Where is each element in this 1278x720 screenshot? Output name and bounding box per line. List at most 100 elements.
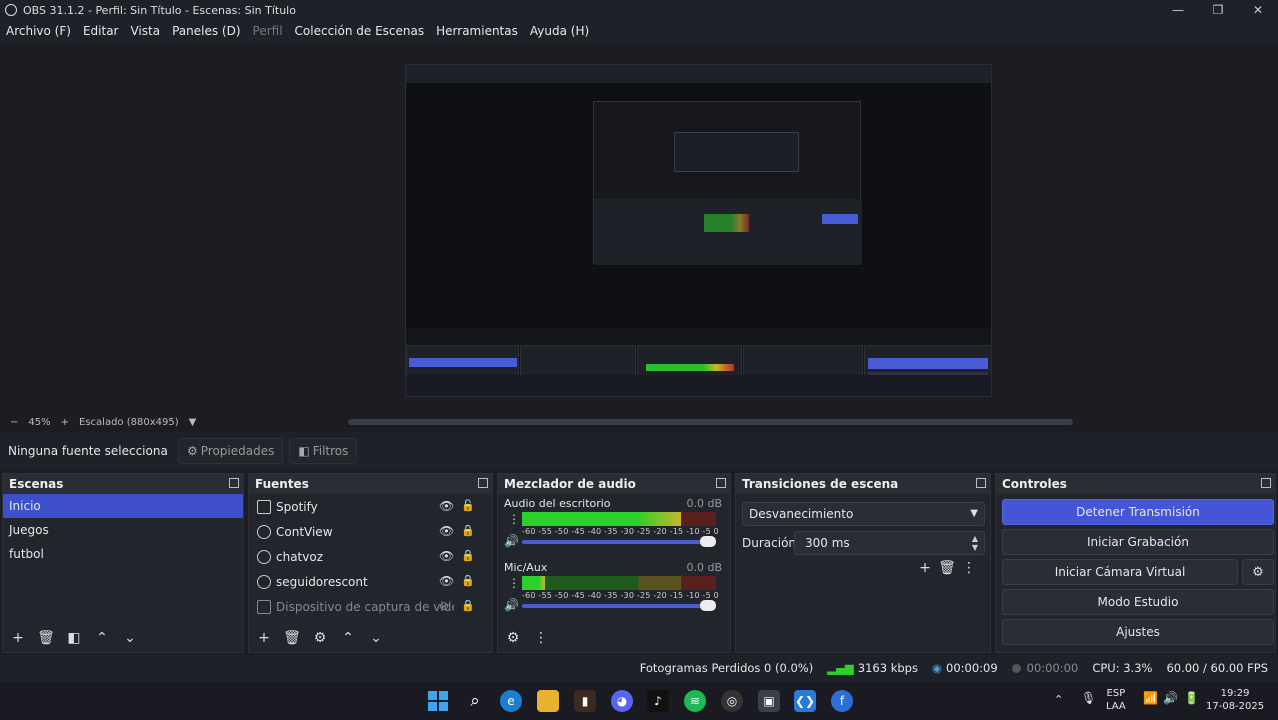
menu-ayuda[interactable]: Ayuda (H) (530, 24, 589, 38)
start-recording-button[interactable]: Iniciar Grabación (1002, 529, 1274, 555)
wifi-icon[interactable]: 📶 (1143, 692, 1158, 705)
volume-slider[interactable] (522, 604, 716, 608)
volume-slider-handle[interactable] (700, 600, 716, 611)
source-item-contview[interactable]: ContView 👁 🔒 (249, 519, 492, 544)
menu-coleccion-escenas[interactable]: Colección de Escenas (295, 24, 425, 38)
spotify-icon[interactable]: ≋ (684, 690, 706, 712)
program-preview[interactable] (405, 64, 992, 397)
remove-transition-icon[interactable]: 🗑 (936, 560, 958, 576)
unlock-icon[interactable]: 🔓 (461, 499, 475, 512)
app-icon[interactable]: ▮ (574, 690, 596, 712)
controls-dock-header: Controles (996, 474, 1275, 494)
menu-editar[interactable]: Editar (83, 24, 119, 38)
lock-icon[interactable]: 🔒 (461, 549, 475, 562)
source-item-video-capture[interactable]: Dispositivo de captura de video ⊘ 🔒 (249, 594, 492, 619)
mixer-menu-icon[interactable]: ⋮ (532, 629, 550, 647)
preview-horizontal-scrollbar[interactable] (348, 419, 1073, 425)
source-toolbar: Ninguna fuente selecciona ⚙ Propiedades … (0, 432, 1278, 470)
popout-icon[interactable] (1261, 478, 1271, 488)
scene-filters-icon[interactable]: ◧ (65, 629, 83, 647)
scaling-dropdown-icon[interactable]: ▼ (189, 417, 197, 428)
speaker-icon[interactable]: 🔊 (504, 534, 519, 548)
input-language[interactable]: ESP LAA (1106, 687, 1126, 713)
lock-icon[interactable]: 🔒 (461, 524, 475, 537)
eye-icon[interactable]: 👁 (439, 524, 454, 538)
stop-streaming-button[interactable]: Detener Transmisión (1002, 499, 1274, 525)
eye-icon[interactable]: 👁 (439, 499, 454, 513)
zoom-in-button[interactable]: + (61, 417, 69, 428)
settings-button[interactable]: Ajustes (1002, 619, 1274, 645)
record-time: 00:00:00 (1026, 661, 1079, 675)
minimize-icon[interactable]: — (1158, 3, 1198, 17)
menu-vista[interactable]: Vista (130, 24, 160, 38)
scene-item-futbol[interactable]: futbol (3, 542, 243, 566)
source-item-spotify[interactable]: Spotify 👁 🔓 (249, 494, 492, 519)
menu-paneles[interactable]: Paneles (D) (172, 24, 240, 38)
advanced-audio-icon[interactable]: ⚙ (504, 629, 522, 647)
source-item-chatvoz[interactable]: chatvoz 👁 🔒 (249, 544, 492, 569)
eye-icon[interactable]: 👁 (439, 574, 454, 588)
app-icon[interactable]: ▣ (758, 690, 780, 712)
channel-menu-icon[interactable]: ⋮ (508, 576, 520, 590)
start-virtual-camera-button[interactable]: Iniciar Cámara Virtual (1002, 559, 1238, 585)
popout-icon[interactable] (478, 478, 488, 488)
windows-start-icon[interactable] (427, 690, 449, 712)
popout-icon[interactable] (976, 478, 986, 488)
add-scene-button[interactable]: + (9, 629, 27, 647)
virtual-camera-gear-icon[interactable]: ⚙ (1242, 559, 1274, 585)
lock-icon[interactable]: 🔒 (461, 599, 475, 612)
keyboard-layout: LAA (1106, 701, 1126, 712)
search-icon[interactable]: ⌕ (464, 690, 486, 712)
filters-button[interactable]: ◧ Filtros (289, 438, 358, 464)
channel-menu-icon[interactable]: ⋮ (508, 512, 520, 526)
close-icon[interactable]: ✕ (1238, 3, 1278, 17)
source-item-seguidorescont[interactable]: seguidorescont 👁 🔒 (249, 569, 492, 594)
edge-browser-icon[interactable]: e (500, 690, 522, 712)
add-transition-icon[interactable]: + (914, 560, 936, 576)
transition-menu-icon[interactable]: ⋮ (958, 560, 980, 576)
menu-archivo[interactable]: Archivo (F) (6, 24, 71, 38)
volume-icon[interactable]: 🔊 (1163, 692, 1178, 705)
properties-button[interactable]: ⚙ Propiedades (178, 438, 284, 464)
add-source-button[interactable]: + (255, 629, 273, 647)
tiktok-icon[interactable]: ♪ (647, 690, 669, 712)
discord-icon[interactable]: ◕ (611, 690, 633, 712)
lock-icon[interactable]: 🔒 (461, 574, 475, 587)
volume-slider[interactable] (522, 540, 716, 544)
scene-item-inicio[interactable]: Inicio (3, 494, 243, 518)
volume-slider-handle[interactable] (700, 536, 716, 547)
move-up-icon[interactable]: ⌃ (339, 629, 357, 647)
microphone-icon[interactable]: 🎙 (1081, 692, 1096, 705)
remove-source-icon[interactable]: 🗑 (283, 629, 301, 647)
clock[interactable]: 19:29 17-08-2025 (1206, 687, 1264, 713)
remove-scene-icon[interactable]: 🗑 (37, 629, 55, 647)
file-explorer-icon[interactable] (537, 690, 559, 712)
speaker-icon[interactable]: 🔊 (504, 598, 519, 612)
eye-hidden-icon[interactable]: ⊘ (439, 599, 449, 613)
duration-stepper-icon[interactable]: ▲ ▼ (972, 534, 978, 552)
transition-select[interactable]: Desvanecimiento ▼ (742, 502, 985, 526)
duration-input[interactable]: 300 ms ▲ ▼ (794, 531, 985, 555)
eye-icon[interactable]: 👁 (439, 549, 454, 563)
studio-mode-button[interactable]: Modo Estudio (1002, 589, 1274, 615)
app-icon[interactable]: f (831, 690, 853, 712)
maximize-icon[interactable]: ❐ (1198, 3, 1238, 17)
source-properties-icon[interactable]: ⚙ (311, 629, 329, 647)
scene-item-juegos[interactable]: Juegos (3, 518, 243, 542)
move-down-icon[interactable]: ⌄ (367, 629, 385, 647)
menu-herramientas[interactable]: Herramientas (436, 24, 518, 38)
chevron-up-icon[interactable]: ⌃ (1054, 693, 1063, 706)
sources-dock-header: Fuentes (249, 474, 492, 494)
battery-icon[interactable]: 🔋 (1184, 692, 1199, 705)
volume-meter-level (522, 512, 682, 526)
vscode-icon[interactable]: ❮❯ (794, 690, 816, 712)
menu-perfil[interactable]: Perfil (253, 24, 283, 38)
popout-icon[interactable] (716, 478, 726, 488)
zoom-out-button[interactable]: − (10, 417, 18, 428)
move-down-icon[interactable]: ⌄ (121, 629, 139, 647)
preview-mini-scene-selected (409, 358, 517, 367)
move-up-icon[interactable]: ⌃ (93, 629, 111, 647)
popout-icon[interactable] (229, 478, 239, 488)
obs-taskbar-icon[interactable]: ◎ (721, 690, 743, 712)
title-bar: OBS 31.1.2 - Perfil: Sin Título - Escena… (0, 0, 1278, 20)
